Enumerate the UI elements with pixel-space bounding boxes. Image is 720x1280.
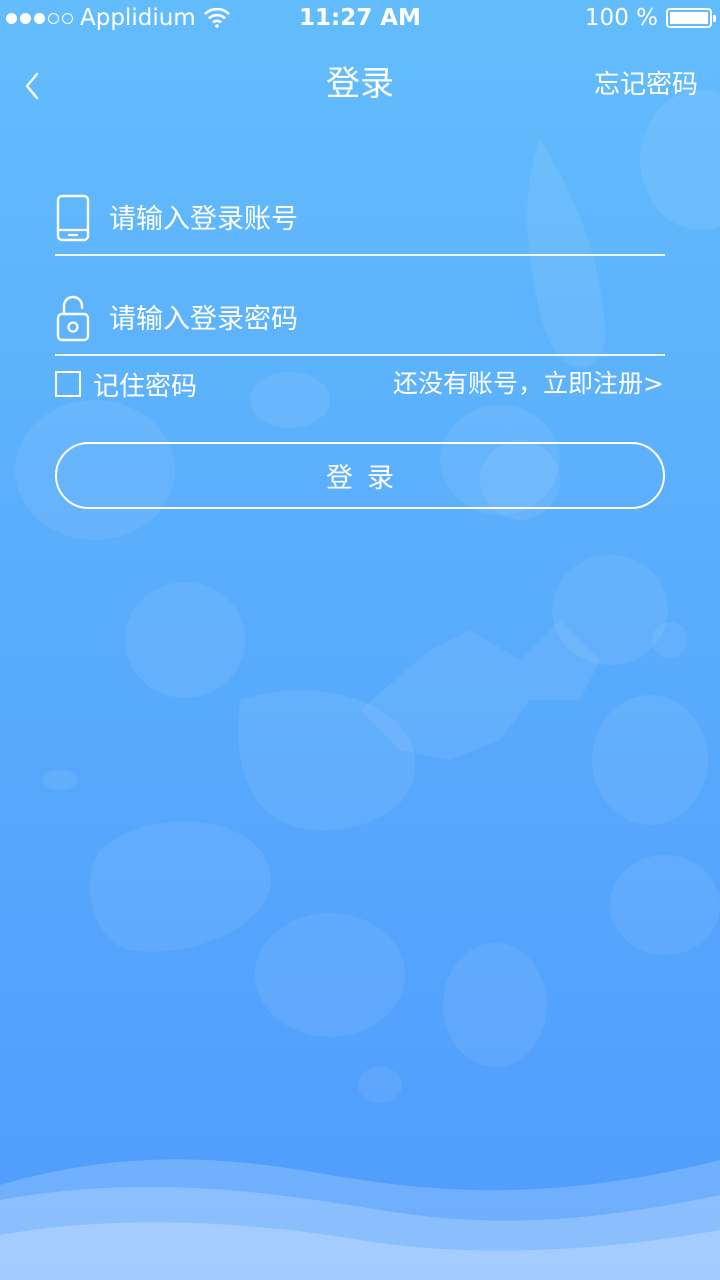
battery-percentage: 100 %	[584, 5, 658, 31]
remember-label: 记住密码	[93, 371, 198, 402]
lock-icon	[56, 295, 90, 342]
remember-checkbox[interactable]	[55, 371, 81, 397]
status-bar: Applidium 11:27 AM 100 %	[0, 0, 720, 36]
password-input[interactable]	[107, 294, 661, 344]
status-right: 100 %	[584, 3, 716, 33]
register-link[interactable]: 还没有账号，立即注册>	[393, 366, 664, 402]
login-button[interactable]: 登录	[55, 442, 665, 509]
forgot-password-link[interactable]: 忘记密码	[594, 68, 698, 102]
remember-password-toggle[interactable]: 记住密码	[55, 366, 197, 402]
account-input[interactable]	[107, 194, 661, 244]
password-field	[55, 278, 665, 356]
account-field	[55, 178, 665, 256]
battery-icon	[666, 8, 716, 28]
wave-decoration	[0, 1159, 720, 1280]
phone-icon	[56, 194, 90, 242]
navigation-bar: 登录 忘记密码	[0, 50, 720, 120]
